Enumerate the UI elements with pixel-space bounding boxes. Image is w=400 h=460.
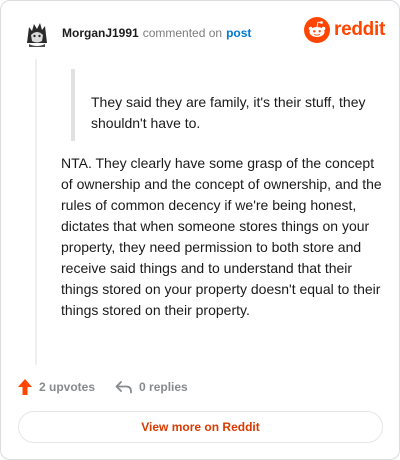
comment-body: NTA. They clearly have some grasp of the… (61, 155, 382, 318)
reply-arrow-icon (115, 380, 133, 394)
reddit-snoo-icon (304, 17, 331, 43)
comment-header: MorganJ1991 commented on post reddit (21, 15, 385, 51)
comment-actions: 2 upvotes 0 replies (17, 375, 208, 399)
avatar-icon (21, 17, 53, 49)
action-text: commented on (142, 26, 223, 40)
reply-count: 0 replies (139, 380, 188, 394)
upvote-arrow-icon (17, 378, 33, 396)
upvote-count: 2 upvotes (39, 380, 96, 394)
reply-button[interactable]: 0 replies (115, 380, 188, 394)
view-more-button[interactable]: View more on Reddit (18, 411, 383, 443)
quoted-text: They said they are family, it's their st… (71, 69, 371, 141)
user-avatar[interactable] (21, 17, 53, 49)
brand-wordmark: reddit (334, 19, 385, 40)
upvote-button[interactable]: 2 upvotes (17, 378, 95, 396)
embedded-comment-card: MorganJ1991 commented on post reddit The… (0, 0, 400, 460)
post-link[interactable]: post (226, 26, 251, 40)
thread-line (35, 59, 37, 365)
username-link[interactable]: MorganJ1991 (62, 26, 139, 40)
comment-meta: MorganJ1991 commented on post (62, 26, 251, 40)
reddit-logo[interactable]: reddit (304, 17, 385, 43)
